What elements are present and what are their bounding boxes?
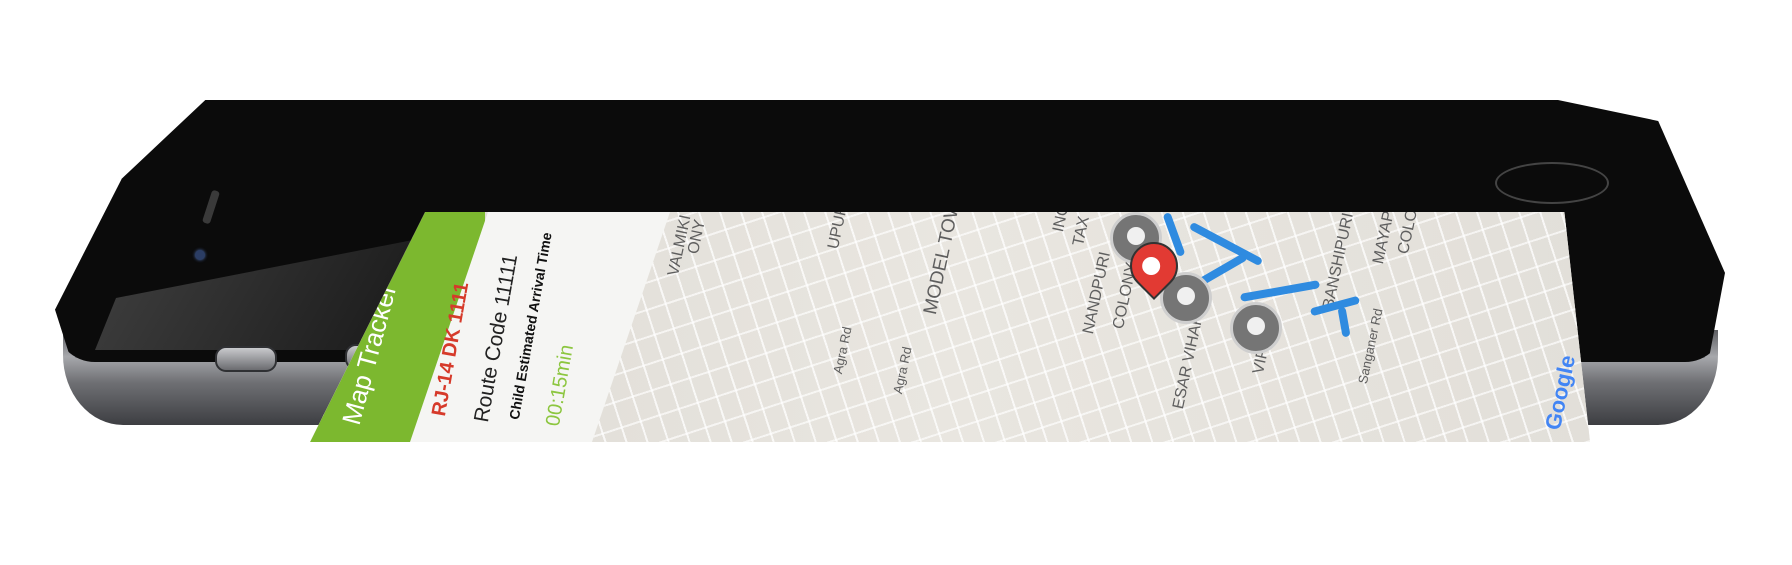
- home-button[interactable]: [1495, 162, 1609, 204]
- front-camera: [195, 250, 205, 260]
- bus-stop-pin-icon[interactable]: [1230, 302, 1282, 354]
- mute-switch[interactable]: [215, 346, 277, 372]
- app-screen: VALMIKI ONY UPURI MODEL TOWN Agra Rd Agr…: [310, 212, 1590, 442]
- phone-mockup: VALMIKI ONY UPURI MODEL TOWN Agra Rd Agr…: [55, 100, 1725, 442]
